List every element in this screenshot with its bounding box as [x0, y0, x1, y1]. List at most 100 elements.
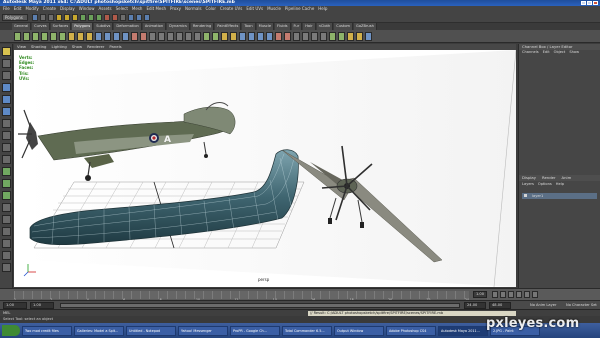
append-polygon-icon[interactable]: [176, 32, 183, 41]
layer-menu-options[interactable]: Options: [538, 181, 552, 187]
shelf-tab-animation[interactable]: Animation: [142, 23, 167, 30]
start-time-field[interactable]: 1.00: [3, 302, 27, 309]
lasso-tool-icon[interactable]: [2, 59, 11, 68]
poly-count-icon[interactable]: [365, 32, 372, 41]
shelf-tab-muscle[interactable]: Muscle: [256, 23, 275, 30]
select-hierarchy-icon[interactable]: [56, 14, 62, 21]
merge-to-center-icon[interactable]: [158, 32, 165, 41]
taskbar-item[interactable]: Total Commander 6.5...: [282, 325, 332, 336]
reduce-icon[interactable]: [356, 32, 363, 41]
harden-edge-icon[interactable]: [302, 32, 309, 41]
mirror-geometry-icon[interactable]: [131, 32, 138, 41]
insert-edge-loop-icon[interactable]: [203, 32, 210, 41]
menu-set-dropdown[interactable]: Polygons: [2, 14, 28, 21]
step-forward-icon[interactable]: [524, 291, 530, 298]
last-tool-icon[interactable]: [2, 155, 11, 164]
persp-graph-layout-icon[interactable]: [2, 203, 11, 212]
shelf-tab-rendering[interactable]: Rendering: [190, 23, 215, 30]
snap-curve-icon[interactable]: [88, 14, 94, 21]
step-back-icon[interactable]: [500, 291, 506, 298]
sculpt-geometry-icon[interactable]: [239, 32, 246, 41]
split-polygon-icon[interactable]: [194, 32, 201, 41]
shelf-tab-deformation[interactable]: Deformation: [114, 23, 142, 30]
open-scene-icon[interactable]: [40, 14, 46, 21]
start-button[interactable]: [2, 325, 20, 336]
show-tool-settings-icon[interactable]: [136, 14, 142, 21]
spherical-mapping-icon[interactable]: [266, 32, 273, 41]
uv-texture-editor-icon[interactable]: [284, 32, 291, 41]
end-time-field[interactable]: 48.00: [489, 302, 511, 309]
play-backward-icon[interactable]: [508, 291, 514, 298]
separate-icon[interactable]: [77, 32, 84, 41]
show-channel-box-icon[interactable]: [144, 14, 150, 21]
taskbar-item[interactable]: Adobe Photoshop CS4: [386, 325, 436, 336]
automatic-mapping-icon[interactable]: [275, 32, 282, 41]
bevel-icon[interactable]: [230, 32, 237, 41]
persp-outliner-layout-icon[interactable]: [2, 191, 11, 200]
layer-menu-help[interactable]: Help: [556, 181, 564, 187]
taskbar-item[interactable]: Yahoo! Messenger: [178, 325, 228, 336]
shelf-tab-fluids[interactable]: Fluids: [275, 23, 291, 30]
maximize-button[interactable]: [587, 1, 592, 5]
fill-hole-icon[interactable]: [185, 32, 192, 41]
image-plane[interactable]: [24, 50, 516, 287]
move-tool-icon[interactable]: [2, 83, 11, 92]
poly-sphere-icon[interactable]: [14, 32, 21, 41]
playback-start-field[interactable]: 1.00: [30, 302, 54, 309]
ipr-render-icon[interactable]: [112, 14, 118, 21]
channel-menu-channels[interactable]: Channels: [522, 50, 539, 55]
taskbar-item[interactable]: ProPR - Google Ch...: [230, 325, 280, 336]
shelf-tab-surfaces[interactable]: Surfaces: [50, 23, 72, 30]
anim-layer-dropdown[interactable]: No Anim Layer: [530, 301, 556, 309]
shelf-tab-toon[interactable]: Toon: [242, 23, 256, 30]
show-manipulator-icon[interactable]: [2, 143, 11, 152]
shelf-tab-polygons[interactable]: Polygons: [72, 23, 94, 30]
boolean-union-icon[interactable]: [104, 32, 111, 41]
shelf-tab-hair[interactable]: Hair: [303, 23, 316, 30]
taskbar-item[interactable]: Untitled - Notepad: [126, 325, 176, 336]
shelf-tab-custom[interactable]: Custom: [334, 23, 354, 30]
quadrangulate-icon[interactable]: [338, 32, 345, 41]
soften-edge-icon[interactable]: [293, 32, 300, 41]
select-tool-icon[interactable]: [2, 47, 11, 56]
range-slider[interactable]: [60, 303, 460, 308]
extrude-icon[interactable]: [221, 32, 228, 41]
taskbar-item[interactable]: Two mod credit files: [22, 325, 72, 336]
snap-grid-icon[interactable]: [80, 14, 86, 21]
combine-icon[interactable]: [68, 32, 75, 41]
shelf-tab-general[interactable]: General: [12, 23, 32, 30]
play-forward-icon[interactable]: [516, 291, 522, 298]
select-object-icon[interactable]: [64, 14, 70, 21]
shelf-tab-dynamics[interactable]: Dynamics: [167, 23, 190, 30]
poly-cube-icon[interactable]: [23, 32, 30, 41]
channel-menu-show[interactable]: Show: [569, 50, 579, 55]
minimize-button[interactable]: [581, 1, 586, 5]
show-attribute-editor-icon[interactable]: [128, 14, 134, 21]
channel-menu-edit[interactable]: Edit: [543, 50, 550, 55]
select-component-icon[interactable]: [72, 14, 78, 21]
offset-edge-loop-icon[interactable]: [212, 32, 219, 41]
hypershade-layout-icon[interactable]: [2, 215, 11, 224]
shelf-tab-fur[interactable]: Fur: [291, 23, 303, 30]
shelf-tab-gozbrush[interactable]: GoZBrush: [354, 23, 377, 30]
shelf-tab-curves[interactable]: Curves: [32, 23, 50, 30]
cylindrical-mapping-icon[interactable]: [257, 32, 264, 41]
graph-editor-layout-icon[interactable]: [2, 251, 11, 260]
universal-manipulator-icon[interactable]: [2, 119, 11, 128]
render-current-icon[interactable]: [104, 14, 110, 21]
cleanup-icon[interactable]: [347, 32, 354, 41]
close-button[interactable]: [593, 1, 598, 5]
four-view-layout-icon[interactable]: [2, 179, 11, 188]
single-perspective-view-icon[interactable]: [2, 167, 11, 176]
rotate-tool-icon[interactable]: [2, 95, 11, 104]
mirror-cut-icon[interactable]: [140, 32, 147, 41]
poly-cylinder-icon[interactable]: [32, 32, 39, 41]
shelf-tab-subdivs[interactable]: Subdivs: [94, 23, 114, 30]
bridge-icon[interactable]: [167, 32, 174, 41]
character-set-dropdown[interactable]: No Character Set: [566, 301, 597, 309]
boolean-difference-icon[interactable]: [113, 32, 120, 41]
triangulate-icon[interactable]: [329, 32, 336, 41]
reverse-normals-icon[interactable]: [311, 32, 318, 41]
poly-plane-icon[interactable]: [50, 32, 57, 41]
poly-cone-icon[interactable]: [41, 32, 48, 41]
